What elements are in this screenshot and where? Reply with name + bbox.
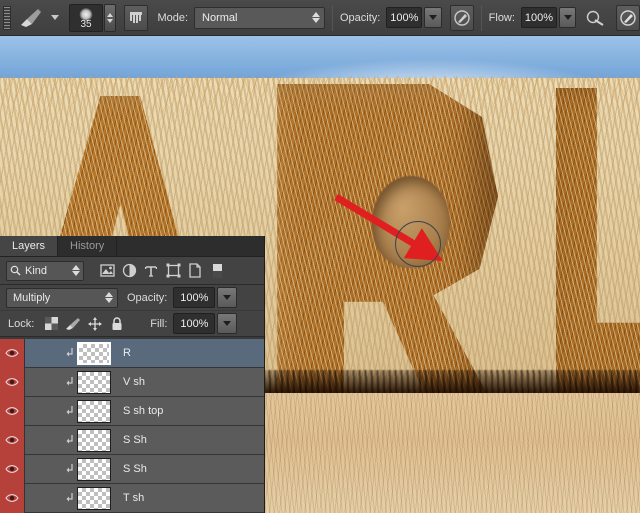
layer-name-label: T sh: [123, 492, 145, 504]
search-icon: [10, 265, 21, 276]
layer-blend-mode-select[interactable]: Multiply: [6, 287, 118, 308]
layer-list[interactable]: R V sh S sh top S Sh S Sh T sh: [0, 339, 264, 513]
brush-size-stepper[interactable]: [104, 3, 117, 32]
layer-name-label: R: [123, 347, 131, 359]
brush-preset-picker-chevron-down-icon[interactable]: [50, 15, 59, 20]
layer-row[interactable]: R: [0, 339, 264, 368]
filter-pixel-layers-icon[interactable]: [96, 260, 118, 282]
layer-row[interactable]: T sh: [0, 483, 264, 513]
layer-thumbnail[interactable]: [77, 341, 111, 365]
layers-panel: Layers History Kind Multiply Opacity: 10…: [0, 236, 265, 513]
layer-thumbnail[interactable]: [77, 428, 111, 452]
mode-label: Mode:: [157, 11, 189, 24]
lock-image-pixels-icon[interactable]: [62, 314, 84, 334]
lock-all-icon[interactable]: [106, 314, 128, 334]
fill-label: Fill:: [150, 317, 168, 330]
filter-smart-object-icon[interactable]: [184, 260, 206, 282]
layer-row[interactable]: V sh: [0, 367, 264, 397]
flow-label: Flow:: [488, 11, 515, 24]
opacity-input[interactable]: 100%: [386, 7, 423, 28]
layer-filter-row: Kind: [0, 257, 264, 285]
layer-name-label: S Sh: [123, 434, 147, 446]
blend-mode-value: Normal: [202, 11, 238, 24]
fill-dropdown-chevron-down-icon[interactable]: [217, 313, 238, 334]
layer-visibility-eye-icon[interactable]: [0, 367, 25, 397]
opacity-label: Opacity:: [340, 11, 381, 24]
filter-toggle-icon[interactable]: [206, 260, 228, 282]
fill-input[interactable]: 100%: [173, 313, 216, 334]
brush-tool-icon[interactable]: [18, 5, 44, 31]
layer-name-label: S sh top: [123, 405, 164, 417]
lock-position-icon[interactable]: [84, 314, 106, 334]
layer-visibility-eye-icon[interactable]: [0, 339, 25, 368]
tab-history-label: History: [70, 240, 105, 252]
clipping-mask-arrow-icon: [61, 376, 77, 388]
tab-history[interactable]: History: [58, 236, 118, 256]
blend-mode-select[interactable]: Normal: [194, 6, 325, 29]
layer-row[interactable]: S Sh: [0, 454, 264, 484]
clipping-mask-arrow-icon: [61, 434, 77, 446]
layer-row[interactable]: S Sh: [0, 425, 264, 455]
layer-visibility-eye-icon[interactable]: [0, 425, 25, 455]
layer-name-label: V sh: [123, 376, 146, 388]
layer-visibility-eye-icon[interactable]: [0, 483, 25, 513]
clipping-mask-arrow-icon: [61, 492, 77, 504]
clipping-mask-arrow-icon: [61, 405, 77, 417]
airbrush-toggle-button[interactable]: [584, 5, 608, 31]
panel-tab-bar: Layers History: [0, 236, 264, 257]
opacity-dropdown-chevron-down-icon[interactable]: [424, 7, 442, 28]
brush-size-field[interactable]: 35: [68, 3, 104, 32]
filter-shape-layers-icon[interactable]: [162, 260, 184, 282]
lock-label: Lock:: [8, 317, 35, 330]
layer-opacity-input[interactable]: 100%: [173, 287, 216, 308]
brush-panel-toggle-button[interactable]: [124, 4, 149, 31]
options-separator-2: [480, 4, 482, 31]
layer-visibility-eye-icon[interactable]: [0, 396, 25, 426]
layer-opacity-label: Opacity:: [127, 291, 168, 304]
filter-kind-select[interactable]: Kind: [6, 260, 84, 281]
layer-row[interactable]: S sh top: [0, 396, 264, 426]
layer-thumbnail[interactable]: [77, 486, 111, 510]
flow-input[interactable]: 100%: [520, 7, 557, 28]
layer-blend-mode-value: Multiply: [13, 291, 51, 304]
filter-type-layers-icon[interactable]: [140, 260, 162, 282]
layer-thumbnail[interactable]: [77, 370, 111, 394]
options-bar-gripper[interactable]: [3, 5, 11, 30]
pressure-size-toggle-button[interactable]: [615, 4, 640, 31]
layer-name-label: S Sh: [123, 463, 147, 475]
options-separator: [332, 4, 333, 31]
clipping-mask-arrow-icon: [61, 463, 77, 475]
layer-thumbnail[interactable]: [77, 399, 111, 423]
brush-size-value: 35: [80, 18, 92, 30]
chevron-updown-icon: [105, 292, 113, 303]
layer-opacity-dropdown-chevron-down-icon[interactable]: [217, 287, 238, 308]
tool-options-bar: 35 Mode: Normal Opacity: 100% Flow: 100%: [0, 0, 640, 36]
filter-adjustment-layers-icon[interactable]: [118, 260, 140, 282]
tab-layers-label: Layers: [12, 240, 46, 252]
filter-kind-label: Kind: [25, 264, 48, 277]
layer-thumbnail[interactable]: [77, 457, 111, 481]
pressure-opacity-toggle-button[interactable]: [449, 4, 474, 31]
tab-layers[interactable]: Layers: [0, 236, 59, 256]
chevron-updown-icon: [312, 12, 320, 23]
clipping-mask-arrow-icon: [61, 347, 77, 359]
photoshop-window: 35 Mode: Normal Opacity: 100% Flow: 100%…: [0, 0, 640, 513]
lock-transparent-pixels-icon[interactable]: [40, 314, 62, 334]
lock-row: Lock: Fill: 100%: [0, 311, 264, 337]
brush-cursor-circle: [395, 221, 441, 267]
stepper-updown-icon: [72, 265, 80, 276]
flow-dropdown-chevron-down-icon[interactable]: [558, 7, 577, 28]
layer-visibility-eye-icon[interactable]: [0, 454, 25, 484]
blend-mode-row: Multiply Opacity: 100%: [0, 285, 264, 311]
